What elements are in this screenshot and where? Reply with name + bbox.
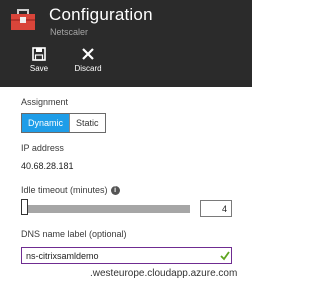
- assignment-dynamic-option[interactable]: Dynamic: [22, 114, 70, 132]
- idle-timeout-slider[interactable]: [21, 205, 190, 213]
- ip-address-value: 40.68.28.181: [21, 161, 74, 171]
- assignment-toggle: Dynamic Static: [21, 113, 106, 133]
- discard-label: Discard: [74, 64, 102, 73]
- assignment-label: Assignment: [21, 97, 69, 107]
- blade-header: Configuration Netscaler Save Discard: [0, 0, 252, 87]
- idle-timeout-input[interactable]: [200, 200, 232, 217]
- save-label: Save: [29, 64, 49, 73]
- configuration-form: Assignment Dynamic Static IP address 40.…: [0, 87, 252, 286]
- dns-name-label: DNS name label (optional): [21, 229, 127, 239]
- close-icon: [82, 48, 94, 60]
- dns-suffix: .westeurope.cloudapp.azure.com: [90, 268, 238, 279]
- ip-address-label: IP address: [21, 143, 64, 153]
- discard-button[interactable]: Discard: [66, 45, 110, 79]
- save-button[interactable]: Save: [17, 45, 61, 79]
- idle-timeout-slider-thumb[interactable]: [21, 199, 28, 215]
- checkmark-icon: [220, 251, 230, 261]
- idle-timeout-label-text: Idle timeout (minutes): [21, 185, 108, 195]
- save-icon: [32, 47, 46, 61]
- dns-name-input[interactable]: [21, 247, 232, 264]
- assignment-static-option[interactable]: Static: [69, 114, 105, 132]
- blade-title: Configuration: [49, 5, 153, 24]
- blade-subtitle: Netscaler: [50, 27, 89, 37]
- idle-timeout-label: Idle timeout (minutes) i: [21, 185, 120, 195]
- info-icon[interactable]: i: [110, 186, 120, 195]
- toolbox-icon: [11, 9, 35, 30]
